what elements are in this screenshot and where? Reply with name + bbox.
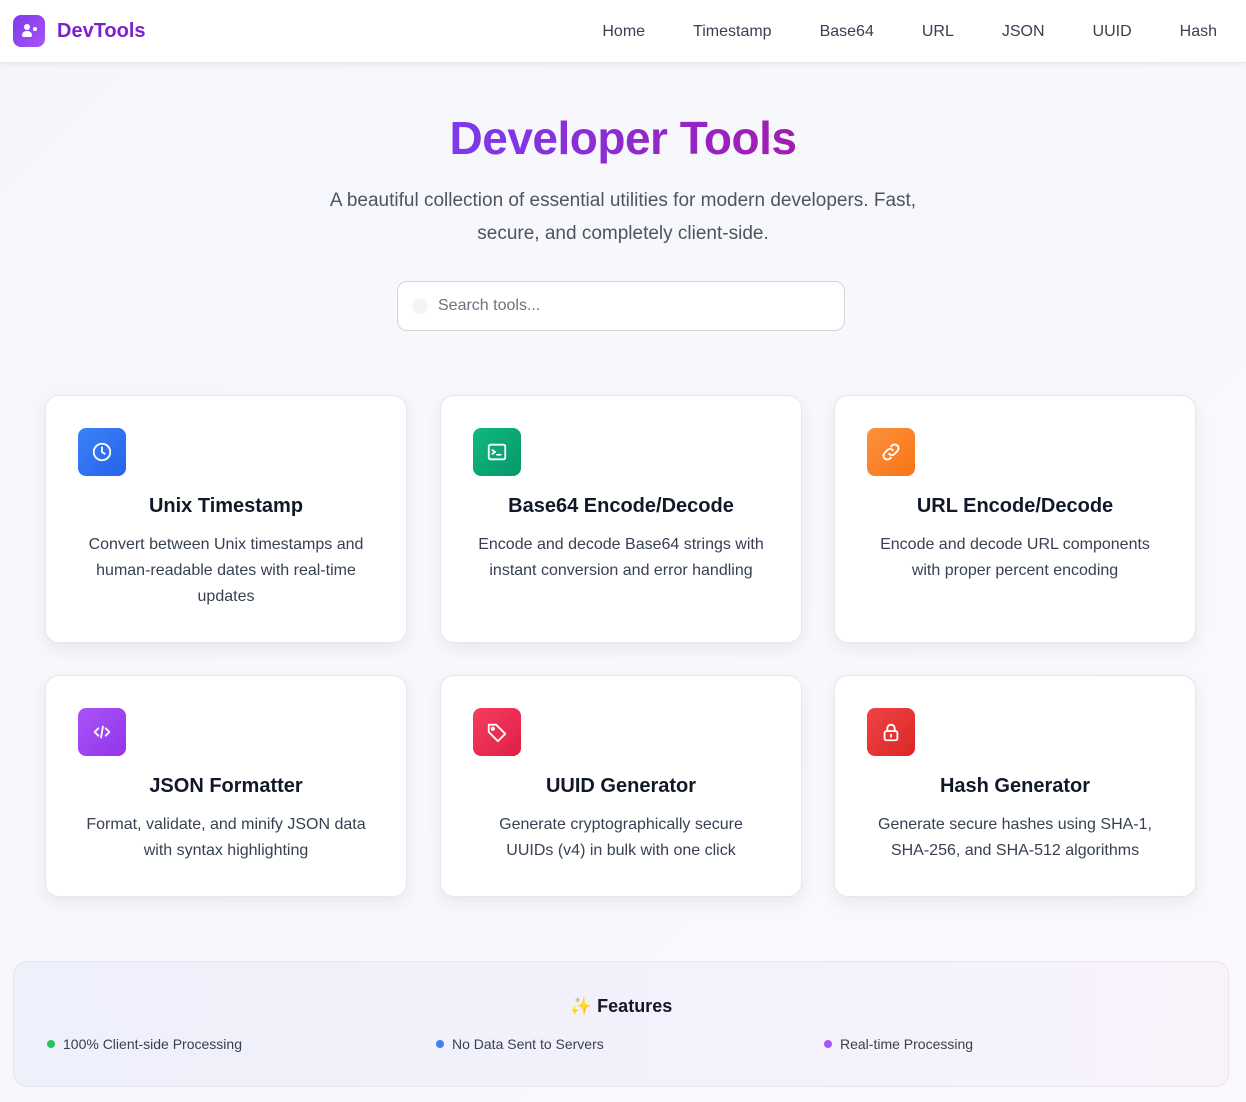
status-dot-icon <box>824 1040 832 1048</box>
search-icon <box>412 298 428 314</box>
top-nav-bar: DevTools Home Timestamp Base64 URL JSON … <box>0 0 1246 63</box>
nav-link-url[interactable]: URL <box>922 23 954 41</box>
feature-item: No Data Sent to Servers <box>436 1036 604 1052</box>
main-nav: Home Timestamp Base64 URL JSON UUID Hash <box>554 0 1217 63</box>
terminal-icon <box>473 428 521 476</box>
tool-card-hash[interactable]: Hash Generator Generate secure hashes us… <box>834 675 1196 897</box>
tool-card-description: Encode and decode URL components with pr… <box>880 536 1150 579</box>
tool-card-timestamp[interactable]: Unix Timestamp Convert between Unix time… <box>45 395 407 643</box>
tool-card-title: Base64 Encode/Decode <box>508 495 734 517</box>
search-box <box>397 281 845 331</box>
tool-card-base64[interactable]: Base64 Encode/Decode Encode and decode B… <box>440 395 802 643</box>
tool-card-title: Unix Timestamp <box>148 495 304 517</box>
logo-icon <box>13 15 45 47</box>
page-title: Developer Tools <box>449 112 797 164</box>
page-subtitle: A beautiful collection of essential util… <box>329 190 917 244</box>
feature-label: No Data Sent to Servers <box>452 1036 604 1052</box>
tool-card-description: Encode and decode Base64 strings with in… <box>478 536 764 579</box>
tool-card-title: URL Encode/Decode <box>916 495 1114 517</box>
nav-link-home[interactable]: Home <box>602 23 645 41</box>
features-panel: ✨ Features 100% Client-side Processing N… <box>13 961 1229 1087</box>
tag-icon <box>473 708 521 756</box>
link-icon <box>867 428 915 476</box>
tool-card-title: UUID Generator <box>545 775 697 797</box>
clock-icon <box>78 428 126 476</box>
nav-link-json[interactable]: JSON <box>1002 23 1045 41</box>
feature-item: Real-time Processing <box>824 1036 973 1052</box>
tool-card-url[interactable]: URL Encode/Decode Encode and decode URL … <box>834 395 1196 643</box>
status-dot-icon <box>436 1040 444 1048</box>
tool-card-title: JSON Formatter <box>149 775 303 797</box>
brand-name[interactable]: DevTools <box>57 20 146 43</box>
tool-card-description: Convert between Unix timestamps and huma… <box>88 536 364 605</box>
tool-card-json[interactable]: JSON Formatter Format, validate, and min… <box>45 675 407 897</box>
tool-card-uuid[interactable]: UUID Generator Generate cryptographicall… <box>440 675 802 897</box>
tool-card-description: Format, validate, and minify JSON data w… <box>86 816 366 859</box>
feature-label: Real-time Processing <box>840 1036 974 1052</box>
features-title: ✨ Features <box>569 996 673 1016</box>
code-icon <box>78 708 126 756</box>
nav-link-base64[interactable]: Base64 <box>820 23 874 41</box>
nav-link-uuid[interactable]: UUID <box>1093 23 1132 41</box>
nav-link-timestamp[interactable]: Timestamp <box>693 23 772 41</box>
tool-card-description: Generate cryptographically secure UUIDs … <box>499 816 743 859</box>
tool-card-title: Hash Generator <box>939 775 1091 797</box>
status-dot-icon <box>47 1040 55 1048</box>
lock-icon <box>867 708 915 756</box>
tool-card-description: Generate secure hashes using SHA-1, SHA-… <box>878 816 1152 859</box>
search-input[interactable] <box>438 282 834 330</box>
nav-link-hash[interactable]: Hash <box>1180 23 1217 41</box>
feature-item: 100% Client-side Processing <box>47 1036 242 1052</box>
brand-logo[interactable]: DevTools <box>13 15 146 47</box>
feature-label: 100% Client-side Processing <box>63 1036 242 1052</box>
